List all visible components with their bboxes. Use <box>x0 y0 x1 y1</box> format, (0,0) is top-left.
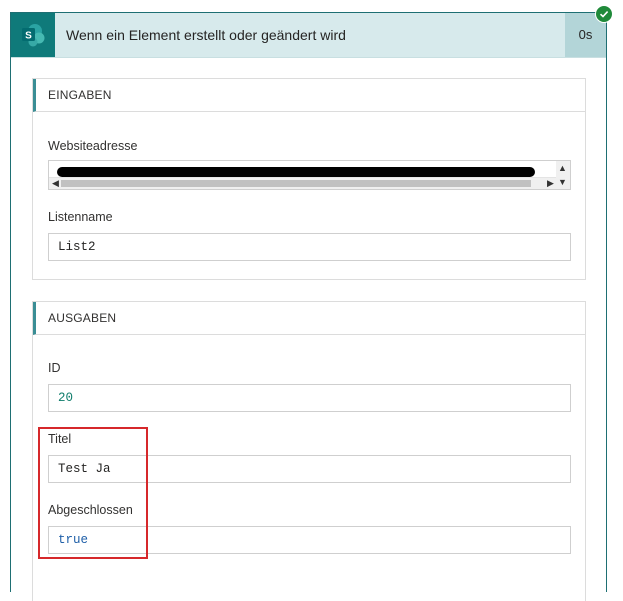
inputs-section: EINGABEN Websiteadresse …………………………………………… <box>32 78 586 280</box>
list-name-field[interactable]: List2 <box>48 233 571 261</box>
trigger-title: Wenn ein Element erstellt oder geändert … <box>66 27 346 43</box>
id-field[interactable]: 20 <box>48 384 571 412</box>
redacted-url <box>57 167 535 177</box>
id-label: ID <box>48 361 61 375</box>
scroll-up-icon[interactable]: ▲ <box>556 163 569 174</box>
highlight-box <box>38 427 148 559</box>
scrollbar-thumb[interactable] <box>61 180 531 187</box>
svg-text:S: S <box>25 31 32 42</box>
vertical-scrollbar[interactable]: ▲ ▼ <box>556 161 570 189</box>
inputs-section-title: EINGABEN <box>33 79 585 112</box>
sharepoint-icon: S <box>11 13 55 57</box>
website-field[interactable]: ………………………………………………………………………… ◀ ▶ ▲ ▼ <box>48 160 571 190</box>
success-check-icon <box>595 5 613 23</box>
horizontal-scrollbar[interactable]: ◀ ▶ <box>49 177 557 189</box>
website-label: Websiteadresse <box>48 139 138 153</box>
outputs-section-title: AUSGABEN <box>33 302 585 335</box>
scroll-down-icon[interactable]: ▼ <box>556 177 569 188</box>
card-header[interactable]: S Wenn ein Element erstellt oder geänder… <box>11 13 606 58</box>
list-name-label: Listenname <box>48 210 113 224</box>
